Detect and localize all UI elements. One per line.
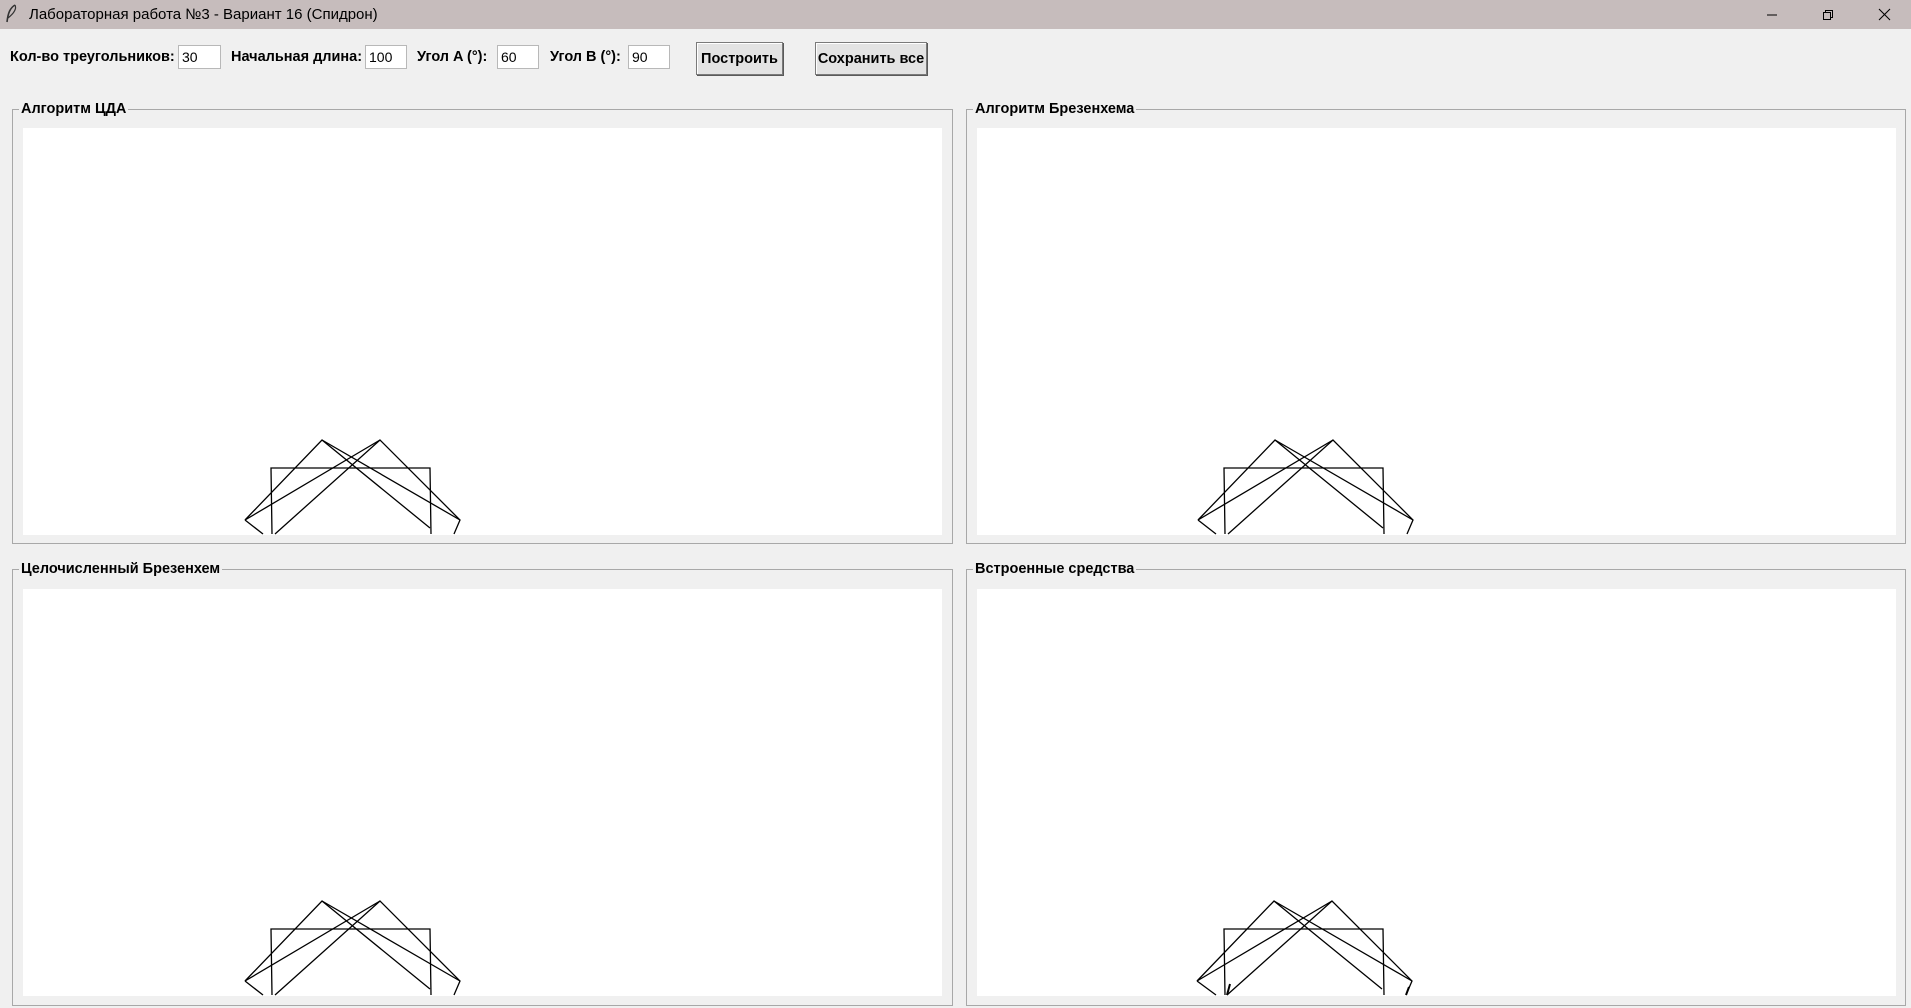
spidron-drawing <box>1196 900 1413 996</box>
count-input[interactable] <box>178 45 221 69</box>
spidron-drawing <box>244 900 461 996</box>
close-icon <box>1878 8 1890 21</box>
count-label: Кол-во треугольников: <box>10 49 175 65</box>
panel-builtin-title: Встроенные средства <box>973 561 1137 578</box>
restore-button[interactable] <box>1800 0 1856 29</box>
feather-icon <box>4 4 20 24</box>
canvas-builtin[interactable] <box>977 589 1896 996</box>
title-bar[interactable]: Лабораторная работа №3 - Вариант 16 (Спи… <box>0 0 1911 29</box>
panel-dda-title: Алгоритм ЦДА <box>19 101 129 118</box>
angle-b-input[interactable] <box>628 45 670 69</box>
minimize-button[interactable] <box>1744 0 1800 29</box>
angle-a-label: Угол A (°): <box>417 49 488 65</box>
save-all-button[interactable]: Сохранить все <box>815 42 927 75</box>
canvas-dda[interactable] <box>23 128 942 535</box>
build-button[interactable]: Построить <box>696 42 783 75</box>
length-input[interactable] <box>365 45 407 69</box>
close-button[interactable] <box>1856 0 1911 29</box>
angle-a-input[interactable] <box>497 45 539 69</box>
canvas-bresenham[interactable] <box>977 128 1896 535</box>
spidron-drawing <box>1197 439 1414 535</box>
window-title: Лабораторная работа №3 - Вариант 16 (Спи… <box>29 6 378 23</box>
spidron-drawing <box>244 439 461 535</box>
canvas-integer-bresenham[interactable] <box>23 589 942 996</box>
panel-bresenham-title: Алгоритм Брезенхема <box>973 101 1137 118</box>
restore-icon <box>1823 9 1833 20</box>
length-label: Начальная длина: <box>231 49 363 65</box>
minimize-icon <box>1767 14 1777 15</box>
angle-b-label: Угол B (°): <box>550 49 621 65</box>
panel-integer-bresenham-title: Целочисленный Брезенхем <box>19 561 223 578</box>
